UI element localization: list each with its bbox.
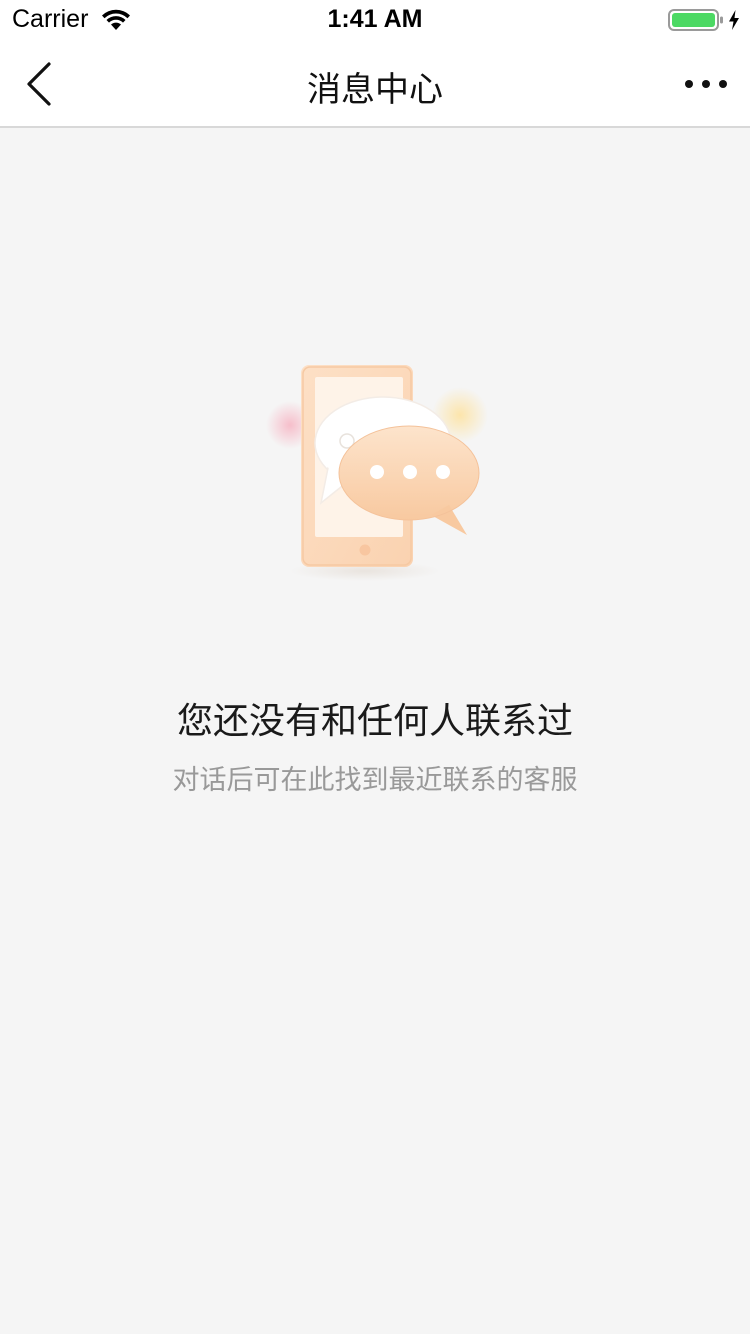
status-bar: Carrier 1:41 AM — [0, 0, 750, 40]
charging-icon — [729, 10, 739, 30]
status-time: 1:41 AM — [327, 5, 423, 33]
more-button[interactable] — [676, 62, 736, 106]
nav-bar: 消息中心 — [0, 40, 750, 128]
empty-state-title: 您还没有和任何人联系过 — [176, 701, 573, 742]
message-center-screen: Carrier 1:41 AM 消息中心 您还没有和任何人联系过 对话后可在此找… — [0, 0, 750, 1334]
page-title: 消息中心 — [307, 70, 443, 110]
battery-icon — [668, 9, 723, 31]
chat-bubbles-phone-icon — [266, 365, 488, 581]
empty-state-subtitle: 对话后可在此找到最近联系的客服 — [172, 765, 578, 796]
more-horizontal-icon — [685, 80, 727, 88]
